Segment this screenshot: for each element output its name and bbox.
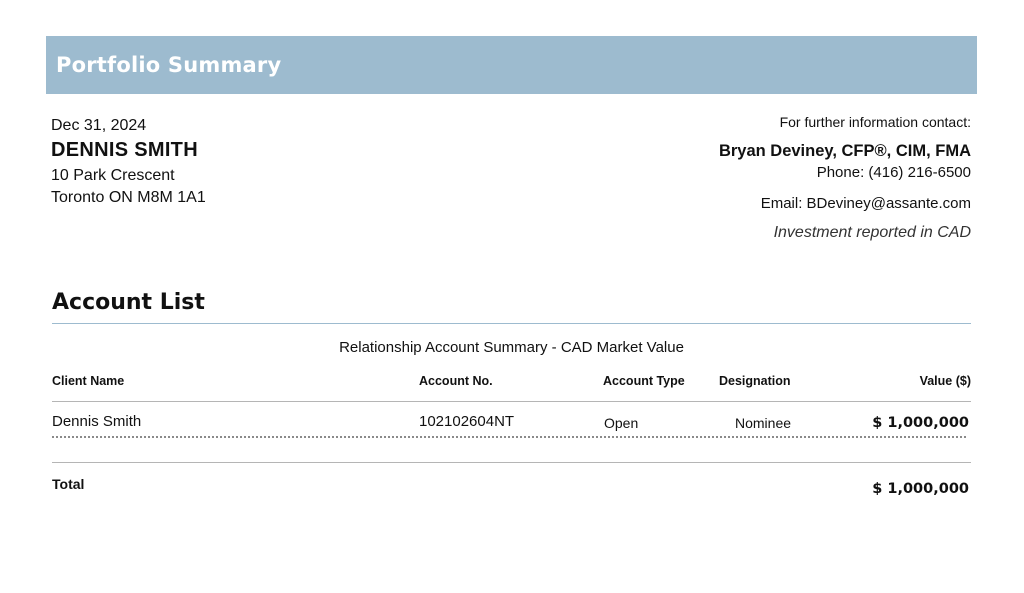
- column-header-value: Value ($): [919, 374, 971, 388]
- currency-note: Investment reported in CAD: [773, 224, 971, 241]
- advisor-name: Bryan Deviney, CFP®, CIM, FMA: [718, 142, 971, 160]
- client-address-line2: Toronto ON M8M 1A1: [51, 189, 206, 206]
- header-divider: [52, 401, 971, 402]
- column-header-account-type: Account Type: [603, 374, 685, 388]
- row-divider: [52, 436, 966, 438]
- cell-value: $ 1,000,000: [872, 415, 969, 431]
- page-title: Portfolio Summary: [56, 53, 282, 77]
- cell-account-no: 102102604NT: [419, 413, 515, 430]
- cell-client-name: Dennis Smith: [52, 413, 142, 430]
- column-header-client-name: Client Name: [52, 374, 125, 388]
- section-divider: [52, 323, 971, 324]
- column-header-designation: Designation: [719, 374, 791, 388]
- header-banner: Portfolio Summary: [46, 36, 977, 94]
- advisor-phone: Phone: (416) 216-6500: [816, 164, 971, 181]
- client-name: DENNIS SMITH: [51, 139, 198, 161]
- total-divider: [52, 462, 971, 463]
- table-title: Relationship Account Summary - CAD Marke…: [339, 339, 684, 356]
- cell-account-type: Open: [604, 415, 639, 431]
- statement-date: Dec 31, 2024: [51, 117, 147, 134]
- column-header-account-no: Account No.: [419, 374, 493, 388]
- total-label: Total: [52, 476, 85, 492]
- section-title: Account List: [52, 290, 205, 315]
- cell-designation: Nominee: [735, 415, 792, 431]
- advisor-email: Email: BDeviney@assante.com: [760, 195, 971, 212]
- client-address-line1: 10 Park Crescent: [51, 167, 175, 184]
- contact-label: For further information contact:: [779, 114, 971, 130]
- total-value: $ 1,000,000: [872, 481, 969, 497]
